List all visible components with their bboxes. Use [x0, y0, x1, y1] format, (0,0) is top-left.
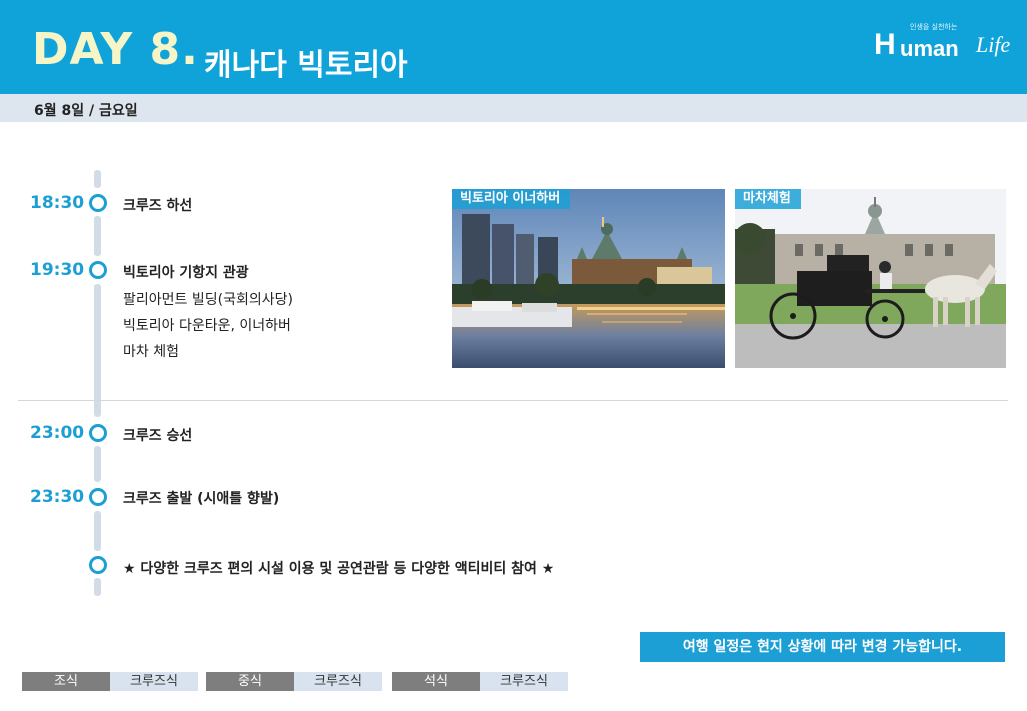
- section-divider: [18, 400, 1008, 401]
- human-life-logo: 인생을 실천하는 H uman Life: [874, 23, 1011, 61]
- timeline-dot: [89, 194, 107, 212]
- day-title: DAY 8.: [32, 24, 199, 75]
- schedule-item: 크루즈 출발 (시애틀 향발): [123, 491, 280, 507]
- date-label: 6월 8일 / 금요일: [34, 103, 138, 119]
- timeline-connector: [94, 446, 101, 482]
- schedule-item: 빅토리아 기항지 관광: [123, 265, 249, 281]
- timeline-connector: [94, 216, 101, 256]
- timeline-dot: [89, 488, 107, 506]
- timeline-dot: [89, 556, 107, 574]
- meal-lunch-label: 중식: [206, 672, 294, 691]
- meal-breakfast-value: 크루즈식: [110, 672, 198, 691]
- meal-dinner-label: 석식: [392, 672, 480, 691]
- timeline-connector: [94, 284, 101, 417]
- schedule-time: 23:30: [30, 487, 85, 507]
- schedule-detail: 마차 체험: [123, 344, 179, 360]
- timeline-connector: [94, 511, 101, 551]
- schedule-item: 크루즈 하선: [123, 198, 193, 214]
- timeline-connector: [94, 170, 101, 188]
- itinerary-change-notice: 여행 일정은 현지 상황에 따라 변경 가능합니다.: [640, 632, 1005, 662]
- date-bar: [0, 94, 1027, 122]
- carriage-image: [735, 189, 1006, 368]
- meal-lunch-value: 크루즈식: [294, 672, 382, 691]
- inner-harbour-photo: 빅토리아 이너하버: [452, 189, 725, 368]
- timeline-dot: [89, 261, 107, 279]
- schedule-detail: 팔리아먼트 빌딩(국회의사당): [123, 292, 293, 308]
- carriage-photo: 마차체험: [735, 189, 1006, 368]
- schedule-time: 18:30: [30, 193, 85, 213]
- schedule-time: 19:30: [30, 260, 85, 280]
- photo-label: 빅토리아 이너하버: [452, 189, 571, 209]
- schedule-item: 크루즈 승선: [123, 428, 193, 444]
- schedule-time: 23:00: [30, 423, 85, 443]
- meal-breakfast-label: 조식: [22, 672, 110, 691]
- inner-harbour-image: [452, 189, 725, 368]
- place-title: 캐나다 빅토리아: [204, 48, 408, 83]
- schedule-detail: 빅토리아 다운타운, 이너하버: [123, 318, 291, 334]
- timeline-dot: [89, 424, 107, 442]
- meal-dinner-value: 크루즈식: [480, 672, 568, 691]
- schedule-activity-note: ★ 다양한 크루즈 편의 시설 이용 및 공연관람 등 다양한 액티비티 참여 …: [123, 561, 555, 577]
- photo-label: 마차체험: [735, 189, 801, 209]
- timeline-connector: [94, 578, 101, 596]
